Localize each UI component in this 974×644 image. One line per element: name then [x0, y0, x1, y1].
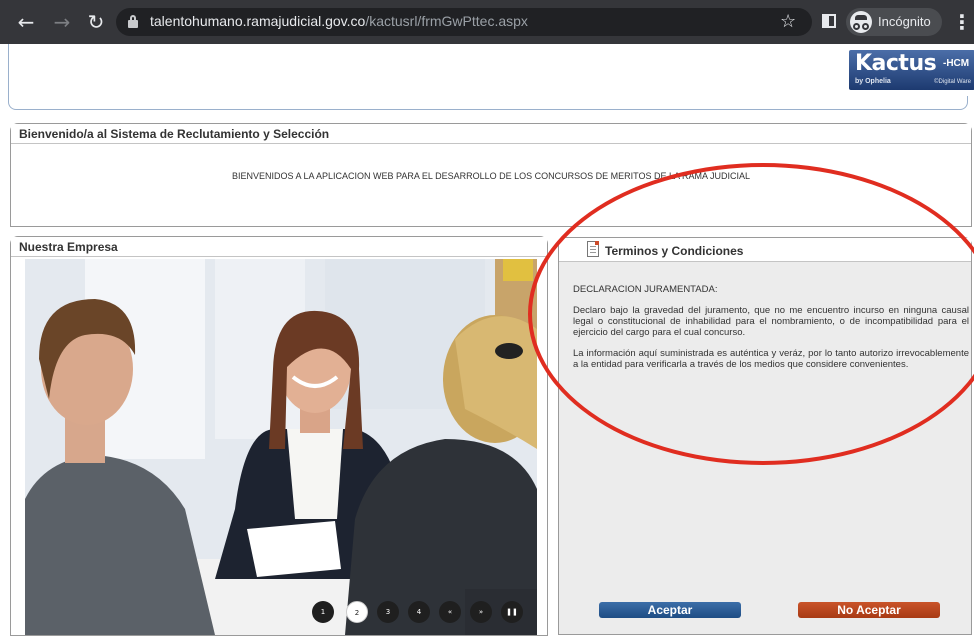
browser-toolbar: ← → ↻ talentohumano.ramajudicial.gov.co/… — [0, 0, 974, 44]
terms-heading: DECLARACION JURAMENTADA: — [573, 284, 718, 295]
lock-icon — [128, 15, 138, 28]
address-bar[interactable]: talentohumano.ramajudicial.gov.co/kactus… — [116, 8, 812, 36]
back-arrow-icon[interactable]: ← — [14, 10, 38, 34]
kactus-logo: Kactus -HCM by Ophelia ©Digital Ware — [849, 50, 974, 90]
welcome-title: Bienvenido/a al Sistema de Reclutamiento… — [11, 124, 971, 144]
carousel-prev-icon[interactable]: « — [439, 601, 461, 623]
accept-button[interactable]: Aceptar — [599, 602, 741, 618]
header-divider — [8, 96, 968, 110]
forward-arrow-icon[interactable]: → — [50, 10, 74, 34]
carousel-dot-2[interactable]: 2 — [346, 601, 368, 623]
terms-panel: Terminos y Condiciones DECLARACION JURAM… — [558, 237, 972, 635]
terms-header: Terminos y Condiciones — [559, 238, 971, 262]
company-panel: Nuestra Empresa — [10, 236, 548, 636]
logo-main: Kactus — [855, 51, 937, 76]
logo-byline: by Ophelia — [855, 78, 891, 85]
page-header: Kactus -HCM by Ophelia ©Digital Ware — [8, 44, 974, 96]
carousel-next-icon[interactable]: » — [470, 601, 492, 623]
carousel-dot-4[interactable]: 4 — [408, 601, 430, 623]
welcome-panel: Bienvenido/a al Sistema de Reclutamiento… — [10, 123, 972, 227]
url-text[interactable]: talentohumano.ramajudicial.gov.co/kactus… — [150, 13, 528, 29]
logo-maker: ©Digital Ware — [934, 79, 971, 85]
incognito-icon — [850, 11, 872, 33]
more-menu-icon[interactable]: ⋮ — [952, 10, 972, 34]
carousel-dot-1[interactable]: 1 — [312, 601, 334, 623]
url-path: /kactusrl/frmGwPttec.aspx — [365, 13, 528, 29]
terms-title: Terminos y Condiciones — [605, 244, 744, 258]
carousel-pause-icon[interactable]: ❚❚ — [501, 601, 523, 623]
reload-icon[interactable]: ↻ — [84, 10, 108, 34]
carousel-dot-3[interactable]: 3 — [377, 601, 399, 623]
reject-button[interactable]: No Aceptar — [798, 602, 940, 618]
terms-body: DECLARACION JURAMENTADA: Declaro bajo la… — [573, 284, 969, 380]
side-panel-icon[interactable] — [822, 14, 836, 28]
incognito-label: Incógnito — [878, 14, 931, 29]
logo-suffix: -HCM — [943, 58, 970, 69]
url-host: talentohumano.ramajudicial.gov.co — [150, 13, 366, 29]
welcome-message: BIENVENIDOS A LA APLICACION WEB PARA EL … — [232, 171, 750, 181]
company-title: Nuestra Empresa — [11, 237, 547, 257]
terms-paragraph-1: Declaro bajo la gravedad del juramento, … — [573, 305, 969, 338]
document-icon — [587, 241, 599, 257]
interview-photo — [25, 259, 537, 635]
bookmark-star-icon[interactable]: ☆ — [780, 11, 796, 32]
terms-paragraph-2: La información aquí suministrada es auté… — [573, 348, 969, 370]
incognito-badge[interactable]: Incógnito — [846, 8, 942, 36]
